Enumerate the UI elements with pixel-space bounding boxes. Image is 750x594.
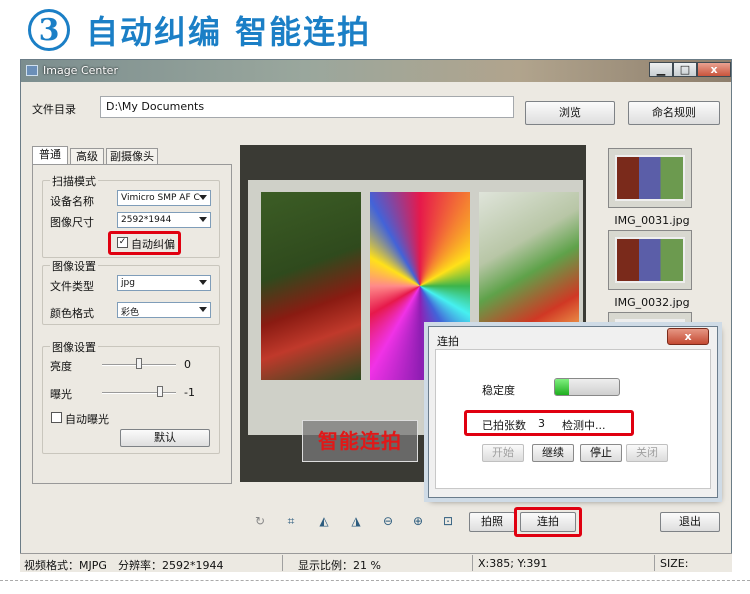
burst-dialog-close-button[interactable]: x [667, 328, 709, 345]
minimize-button[interactable]: ▁ [649, 62, 673, 77]
photo-button[interactable]: 拍照 [469, 512, 515, 532]
burst-dialog: 连拍 x 稳定度 已拍张数 3 检测中... 开始 继续 停止 关闭 [428, 326, 718, 498]
color-format-value: 彩色 [121, 308, 140, 318]
image-size-label: 图像尺寸 [50, 216, 94, 229]
zoom-out-icon[interactable]: ⊖ [380, 514, 396, 528]
shot-count-value: 3 [538, 417, 545, 430]
continue-button[interactable]: 继续 [532, 444, 574, 462]
exposure-label: 曝光 [50, 388, 72, 401]
rotate-icon[interactable]: ↻ [252, 514, 268, 528]
crop-icon[interactable]: ⌗ [283, 514, 299, 529]
image-settings-label: 图像设置 [50, 258, 98, 274]
thumbnail-name: IMG_0031.jpg [614, 214, 690, 227]
image-adjust-label: 图像设置 [50, 339, 98, 355]
directory-label: 文件目录 [32, 103, 76, 116]
brightness-value: 0 [184, 358, 191, 371]
auto-correct-label: 自动纠偏 [131, 238, 175, 251]
exposure-slider-thumb[interactable] [157, 386, 163, 397]
auto-exposure-label: 自动曝光 [65, 413, 109, 426]
auto-correct-checkbox[interactable]: ✓ [117, 237, 128, 248]
burst-dialog-title: 连拍 [437, 335, 459, 348]
image-size-select[interactable]: 2592*1944 [117, 212, 211, 228]
flip-left-icon[interactable]: ◭ [316, 514, 332, 528]
thumbnail-image[interactable] [608, 312, 692, 326]
browse-button[interactable]: 浏览 [525, 101, 615, 125]
file-type-label: 文件类型 [50, 280, 94, 293]
dialog-close-text-button[interactable]: 关闭 [626, 444, 668, 462]
status-size: SIZE: [660, 557, 689, 570]
stability-meter [554, 378, 620, 396]
headline: 3 自动纠编 智能连拍 [28, 6, 371, 54]
step-number-badge: 3 [28, 9, 70, 51]
status-divider [282, 555, 283, 571]
fit-screen-icon[interactable]: ⊡ [440, 514, 456, 528]
maximize-button[interactable]: □ [673, 62, 697, 77]
device-name-value: Vimicro SMP AF C [121, 193, 200, 203]
color-format-select[interactable]: 彩色 [117, 302, 211, 318]
start-button[interactable]: 开始 [482, 444, 524, 462]
chevron-down-icon [199, 307, 207, 312]
exposure-value: -1 [184, 386, 195, 399]
status-video-format: 视频格式：MJPG [24, 559, 107, 572]
status-bar: 视频格式：MJPG 分辨率：2592*1944 显示比例：21 % X:385;… [20, 553, 732, 572]
default-button[interactable]: 默认 [120, 429, 210, 447]
image-size-value: 2592*1944 [121, 215, 172, 225]
divider-line [0, 580, 750, 581]
zoom-in-icon[interactable]: ⊕ [410, 514, 426, 528]
status-divider [654, 555, 655, 571]
smart-burst-badge: 智能连拍 [302, 420, 418, 462]
chevron-down-icon [199, 195, 207, 200]
thumbnail-image[interactable] [608, 230, 692, 290]
tab-secondary-camera[interactable]: 副摄像头 [106, 148, 158, 165]
status-coords: X:385; Y:391 [478, 557, 548, 570]
window-titlebar[interactable]: Image Center ▁ □ x [21, 60, 731, 82]
preview-photo-strawberries [261, 192, 361, 380]
naming-rule-button[interactable]: 命名规则 [628, 101, 720, 125]
brightness-label: 亮度 [50, 360, 72, 373]
file-type-select[interactable]: jpg [117, 275, 211, 291]
shot-count-label: 已拍张数 [482, 419, 526, 432]
stability-label: 稳定度 [482, 384, 515, 397]
exit-button[interactable]: 退出 [660, 512, 720, 532]
thumbnail-image[interactable] [608, 148, 692, 208]
flip-right-icon[interactable]: ◮ [348, 514, 364, 528]
color-format-label: 颜色格式 [50, 307, 94, 320]
status-divider [472, 555, 473, 571]
detecting-status: 检测中... [562, 419, 606, 432]
device-name-select[interactable]: Vimicro SMP AF C [117, 190, 211, 206]
headline-title: 自动纠编 智能连拍 [86, 13, 372, 51]
directory-field[interactable]: D:\My Documents [100, 96, 514, 118]
status-resolution: 分辨率：2592*1944 [118, 559, 224, 572]
burst-dialog-body: 稳定度 已拍张数 3 检测中... 开始 继续 停止 关闭 [435, 349, 711, 489]
stop-button[interactable]: 停止 [580, 444, 622, 462]
auto-exposure-checkbox[interactable] [51, 412, 62, 423]
device-name-label: 设备名称 [50, 195, 94, 208]
status-zoom: 显示比例：21 % [298, 559, 381, 572]
tab-general[interactable]: 普通 [32, 146, 68, 165]
stability-meter-fill [555, 379, 570, 395]
brightness-slider-thumb[interactable] [136, 358, 142, 369]
chevron-down-icon [199, 280, 207, 285]
thumbnail-name: IMG_0032.jpg [614, 296, 690, 309]
window-title: Image Center [43, 64, 118, 77]
app-icon [26, 65, 38, 76]
scan-mode-label: 扫描模式 [50, 173, 98, 189]
close-button[interactable]: x [697, 62, 731, 77]
exposure-slider[interactable] [102, 392, 176, 394]
burst-button[interactable]: 连拍 [520, 512, 576, 532]
chevron-down-icon [199, 217, 207, 222]
tab-advanced[interactable]: 高级 [70, 148, 104, 165]
file-type-value: jpg [121, 278, 135, 288]
